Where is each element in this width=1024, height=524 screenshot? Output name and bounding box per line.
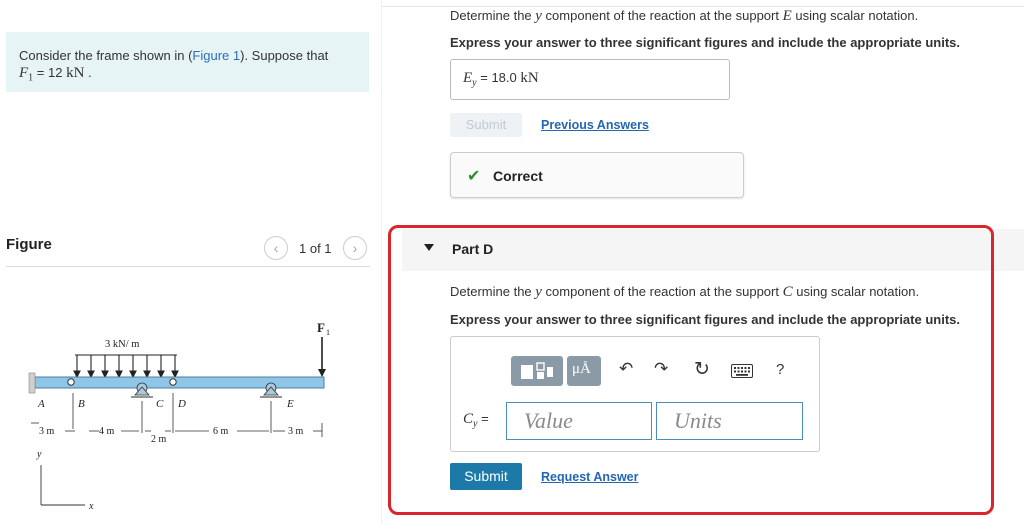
figure-page-count: 1 of 1 — [299, 241, 332, 256]
dim-3m-left: 3 m — [39, 426, 55, 437]
pane-divider — [381, 0, 382, 524]
part-c-question-support: E — [782, 8, 792, 24]
f1-unit: kN — [66, 65, 85, 81]
pin-b — [67, 378, 75, 386]
chevron-left-icon: ‹ — [273, 240, 279, 256]
figure-link[interactable]: Figure 1 — [192, 48, 240, 63]
problem-text-start: Consider the frame shown in ( — [19, 48, 193, 63]
part-c-question-var: y — [535, 8, 542, 24]
dimension-lines — [31, 393, 323, 437]
problem-text-end: ). Suppose that — [240, 48, 329, 63]
dim-4m: 4 m — [99, 426, 115, 437]
dim-2m: 2 m — [151, 434, 167, 445]
part-c-submit-button: Submit — [450, 113, 522, 137]
part-c-answer-unit: kN — [520, 70, 539, 86]
part-c-answer-box: Ey = 18.0 kN — [450, 59, 730, 100]
label-d: D — [177, 398, 186, 410]
correct-feedback-box: ✔ Correct — [450, 152, 744, 198]
part-c-answer-value: 18.0 — [491, 70, 521, 85]
left-pane: Consider the frame shown in (Figure 1). … — [0, 0, 382, 524]
part-c-answer-equals: = — [476, 70, 492, 85]
label-e: E — [286, 398, 294, 410]
part-c-answer-symbol: E — [463, 70, 473, 86]
distributed-load — [73, 354, 179, 379]
label-b: B — [78, 398, 85, 410]
part-d-highlight-frame — [388, 225, 994, 515]
label-c: C — [156, 398, 164, 410]
force-label-sub: 1 — [326, 328, 330, 337]
f1-period: . — [84, 65, 92, 80]
f1-equals: = 12 — [33, 65, 67, 80]
beam — [34, 376, 325, 389]
coordinate-axes: y x — [36, 449, 94, 512]
prev-figure-button[interactable]: ‹ — [264, 236, 288, 260]
dim-3m-right: 3 m — [288, 426, 304, 437]
part-c-question-start: Determine the — [450, 8, 536, 23]
axis-x-label: x — [88, 501, 94, 512]
label-a: A — [37, 398, 45, 410]
part-c-question-middle: component of the reaction at the support — [541, 8, 783, 23]
figure-heading: Figure — [6, 236, 52, 253]
part-c-answer-expression: Ey = 18.0 kN — [463, 70, 539, 89]
force-label: F — [317, 320, 325, 335]
previous-answers-link[interactable]: Previous Answers — [541, 118, 649, 132]
checkmark-icon: ✔ — [467, 168, 481, 185]
problem-statement-box: Consider the frame shown in (Figure 1). … — [6, 32, 369, 92]
frame-diagram: 3 kN/ m F 1 A B C D E 3 m 4 m 2 m 6 m 3 … — [28, 320, 330, 512]
part-c-question-end: using scalar notation. — [791, 8, 919, 23]
correct-status-text: Correct — [493, 168, 543, 184]
fixed-wall — [28, 372, 36, 394]
chevron-right-icon: › — [352, 240, 358, 256]
part-c-instruction: Express your answer to three significant… — [450, 35, 960, 50]
top-divider — [382, 6, 1024, 7]
next-figure-button[interactable]: › — [343, 236, 367, 260]
part-c-question: Determine the y component of the reactio… — [450, 8, 918, 25]
axis-y-label: y — [36, 449, 42, 460]
pin-d — [169, 378, 177, 386]
load-label: 3 kN/ m — [105, 339, 139, 350]
problem-statement: Consider the frame shown in (Figure 1). … — [19, 47, 328, 87]
dim-6m: 6 m — [213, 426, 229, 437]
force-f1: F 1 — [317, 320, 330, 377]
figure-divider — [6, 266, 370, 267]
f1-symbol: F — [19, 65, 29, 81]
